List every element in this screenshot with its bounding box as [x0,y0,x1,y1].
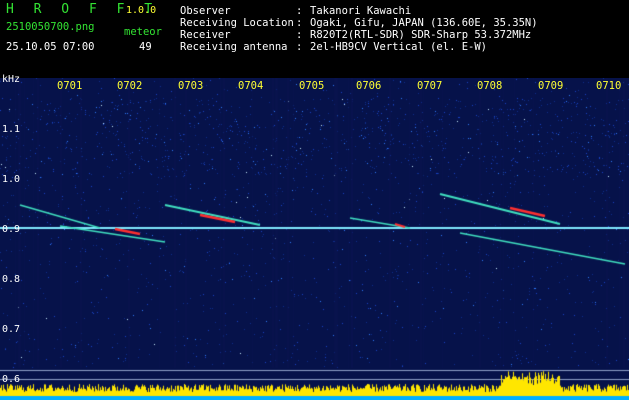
filename-label: 2510050700.png [6,21,95,33]
y-tick-label: 0.7 [2,324,21,335]
info-sep: : [296,17,303,29]
datetime-label: 25.10.05 07:00 [6,41,95,53]
info-sep: : [296,41,303,53]
x-tick-label: 0705 [299,80,325,92]
info-value-antenna: 2el-HB9CV Vertical (el. E-W) [310,41,488,53]
x-tick-label: 0703 [178,80,204,92]
spectrogram-waterfall [0,78,629,400]
x-tick-label: 0708 [477,80,503,92]
y-tick-label: 1.1 [2,124,21,135]
info-sep: : [296,29,303,41]
x-tick-label: 0707 [417,80,443,92]
info-key-antenna: Receiving antenna [180,41,288,53]
y-tick-label: 0.9 [2,224,21,235]
info-value-location: Ogaki, Gifu, JAPAN (136.60E, 35.35N) [310,17,538,29]
x-tick-label: 0706 [356,80,382,92]
y-tick-label: 0.6 [2,374,21,385]
info-key-receiver: Receiver [180,29,231,41]
info-key-observer: Observer [180,5,231,17]
header-panel: H R O F F T 1.0.0 2510050700.png 25.10.0… [0,0,629,78]
x-tick-label: 0709 [538,80,564,92]
app-version: 1.0.0 [126,5,157,16]
y-tick-label: 0.8 [2,274,21,285]
meteor-count: 49 [139,41,152,53]
info-key-location: Receiving Location [180,17,294,29]
info-sep: : [296,5,303,17]
frequency-unit-label: kHz [2,74,21,85]
x-tick-label: 0710 [596,80,622,92]
meteor-label: meteor [124,26,162,38]
x-tick-label: 0704 [238,80,264,92]
x-tick-label: 0701 [57,80,83,92]
info-value-observer: Takanori Kawachi [310,5,412,17]
info-value-receiver: R820T2(RTL-SDR) SDR-Sharp 53.372MHz [310,29,532,41]
x-tick-label: 0702 [117,80,143,92]
y-tick-label: 1.0 [2,174,21,185]
